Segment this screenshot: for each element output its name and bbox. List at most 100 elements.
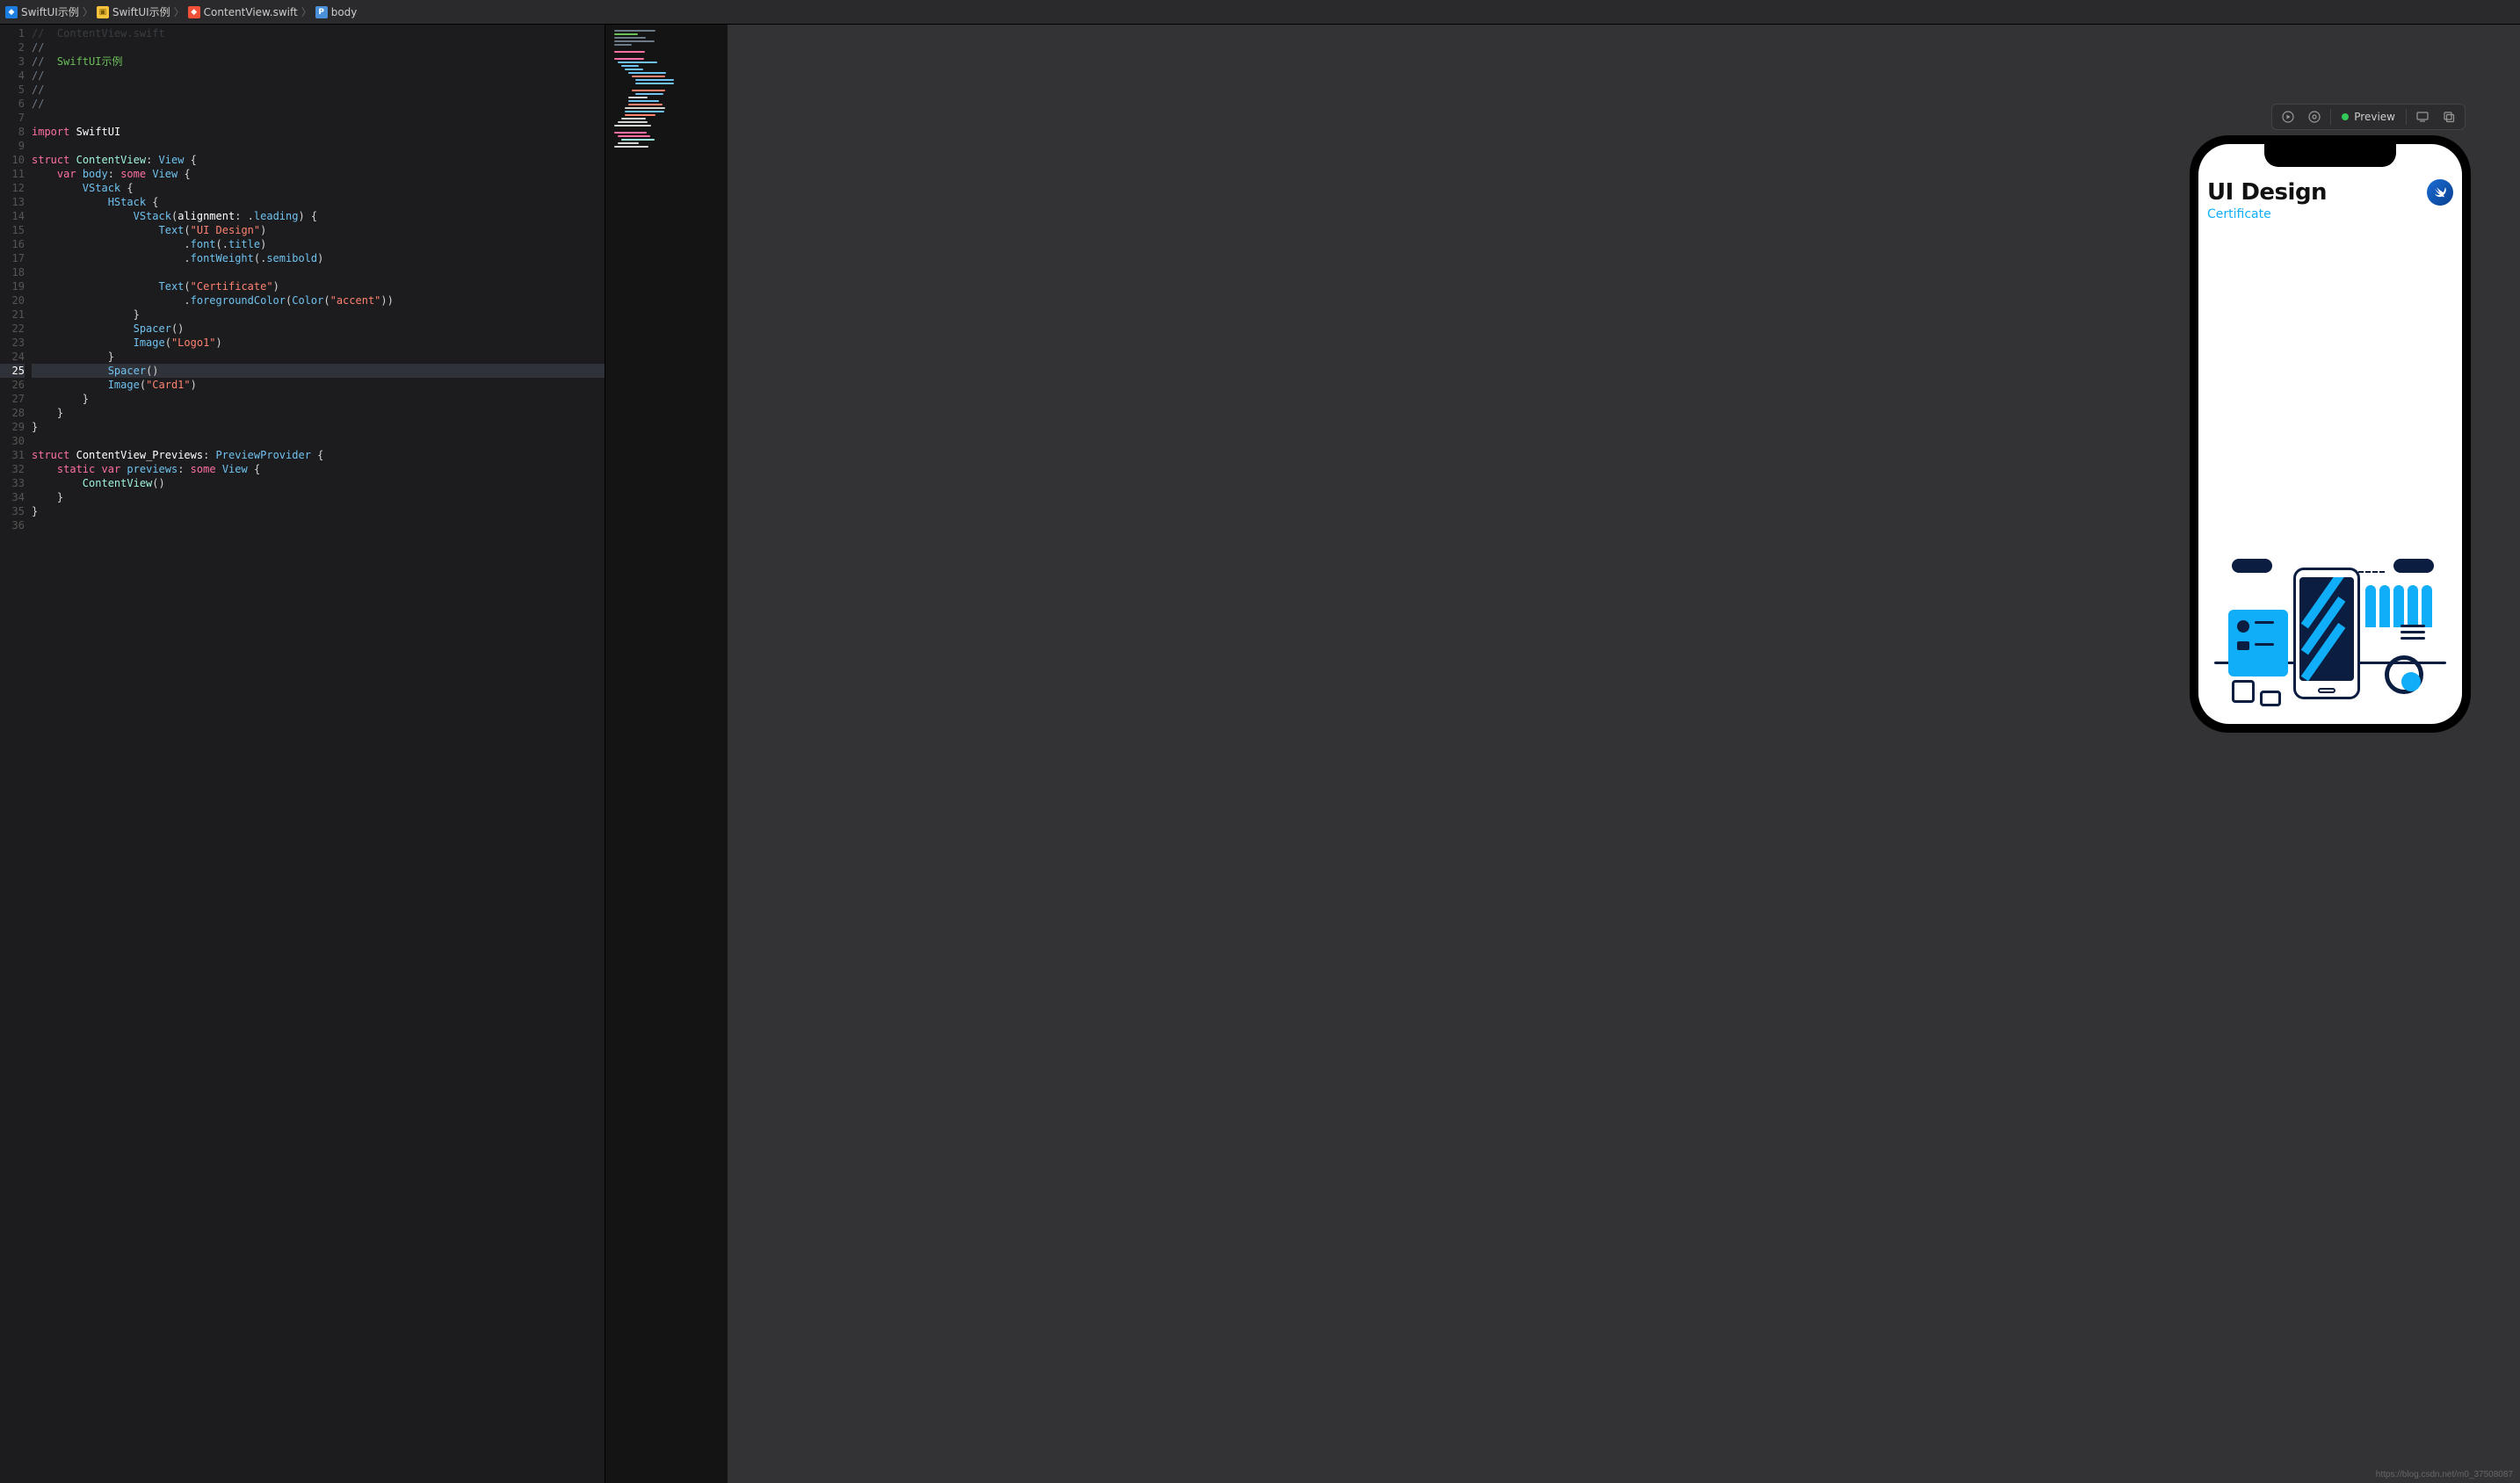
swift-bird-icon [2427, 179, 2453, 206]
preview-card-image [2205, 559, 2455, 717]
line-number: 35 [0, 504, 25, 518]
breadcrumb-item[interactable]: ◆ ContentView.swift [188, 6, 298, 18]
line-number: 29 [0, 420, 25, 434]
breadcrumb-item[interactable]: ◆SwiftUI示例 [5, 4, 79, 19]
line-number: 4 [0, 69, 25, 83]
line-number: 2 [0, 40, 25, 54]
breadcrumb-label: body [331, 6, 358, 18]
code-line[interactable]: .foregroundColor(Color("accent")) [32, 293, 605, 307]
line-number: 12 [0, 181, 25, 195]
code-line[interactable] [32, 111, 605, 125]
workspace: 1234567891011121314151617181920212223242… [0, 25, 2520, 1483]
code-line[interactable]: } [32, 504, 605, 518]
live-icon[interactable] [2304, 106, 2325, 127]
device-icon[interactable] [2412, 106, 2433, 127]
line-number: 5 [0, 83, 25, 97]
code-line[interactable]: static var previews: some View { [32, 462, 605, 476]
code-line[interactable]: Image("Logo1") [32, 336, 605, 350]
line-number: 1 [0, 26, 25, 40]
code-line[interactable]: VStack(alignment: .leading) { [32, 209, 605, 223]
code-line[interactable]: struct ContentView_Previews: PreviewProv… [32, 448, 605, 462]
preview-label-text: Preview [2354, 111, 2395, 123]
line-number: 20 [0, 293, 25, 307]
minimap[interactable] [605, 25, 728, 1483]
preview-header: UI Design Certificate [2198, 144, 2462, 221]
code-line[interactable]: } [32, 406, 605, 420]
code-line[interactable]: ContentView() [32, 476, 605, 490]
code-line[interactable]: Image("Card1") [32, 378, 605, 392]
line-number: 21 [0, 307, 25, 322]
code-line[interactable]: // [32, 97, 605, 111]
line-number: 3 [0, 54, 25, 69]
code-line[interactable]: // [32, 83, 605, 97]
line-number: 31 [0, 448, 25, 462]
line-number: 28 [0, 406, 25, 420]
play-icon[interactable] [2277, 106, 2299, 127]
line-number: 9 [0, 139, 25, 153]
code-line[interactable]: .fontWeight(.semibold) [32, 251, 605, 265]
code-line[interactable]: } [32, 490, 605, 504]
line-number: 15 [0, 223, 25, 237]
code-body[interactable]: // ContentView.swift//// SwiftUI示例//////… [32, 25, 605, 1483]
line-gutter: 1234567891011121314151617181920212223242… [0, 25, 32, 1483]
separator [2406, 109, 2407, 125]
code-line[interactable] [32, 139, 605, 153]
prop-icon: P [315, 6, 328, 18]
code-line[interactable]: // SwiftUI示例 [32, 54, 605, 69]
swift-icon: ◆ [188, 6, 200, 18]
line-number: 36 [0, 518, 25, 532]
chevron-right-icon: 〉 [83, 4, 93, 19]
code-line[interactable] [32, 434, 605, 448]
folder-icon: ▣ [97, 6, 109, 18]
line-number: 26 [0, 378, 25, 392]
breadcrumb-label: ContentView.swift [204, 6, 298, 18]
code-line[interactable] [32, 518, 605, 532]
line-number: 24 [0, 350, 25, 364]
code-line[interactable]: // ContentView.swift [32, 26, 605, 40]
code-line[interactable]: } [32, 307, 605, 322]
line-number: 34 [0, 490, 25, 504]
device-screen: UI Design Certificate [2198, 144, 2462, 724]
breadcrumb-item[interactable]: Pbody [315, 6, 358, 18]
code-line[interactable]: VStack { [32, 181, 605, 195]
separator [2330, 109, 2331, 125]
line-number: 6 [0, 97, 25, 111]
line-number: 33 [0, 476, 25, 490]
duplicate-icon[interactable] [2438, 106, 2459, 127]
code-line[interactable]: } [32, 350, 605, 364]
code-line[interactable]: Spacer() [32, 364, 605, 378]
line-number: 23 [0, 336, 25, 350]
breadcrumb-item[interactable]: ▣SwiftUI示例 [97, 4, 170, 19]
preview-title: UI Design [2207, 179, 2327, 206]
code-line[interactable]: } [32, 392, 605, 406]
code-line[interactable]: Text("Certificate") [32, 279, 605, 293]
line-number: 13 [0, 195, 25, 209]
preview-toolbar: Preview [2271, 104, 2466, 130]
line-number: 19 [0, 279, 25, 293]
breadcrumb-label: SwiftUI示例 [21, 4, 79, 19]
code-line[interactable]: .font(.title) [32, 237, 605, 251]
preview-label[interactable]: Preview [2336, 111, 2401, 123]
code-line[interactable]: struct ContentView: View { [32, 153, 605, 167]
line-number: 16 [0, 237, 25, 251]
line-number: 8 [0, 125, 25, 139]
code-editor[interactable]: 1234567891011121314151617181920212223242… [0, 25, 605, 1483]
line-number: 30 [0, 434, 25, 448]
code-line[interactable]: // [32, 40, 605, 54]
line-number: 10 [0, 153, 25, 167]
breadcrumb-label: SwiftUI示例 [112, 4, 170, 19]
chevron-right-icon: 〉 [174, 4, 185, 19]
code-line[interactable]: import SwiftUI [32, 125, 605, 139]
proj-icon: ◆ [5, 6, 18, 18]
code-line[interactable]: // [32, 69, 605, 83]
code-line[interactable]: var body: some View { [32, 167, 605, 181]
code-line[interactable]: HStack { [32, 195, 605, 209]
preview-pane: Preview UI Design Certificate [728, 25, 2520, 1483]
code-line[interactable]: Spacer() [32, 322, 605, 336]
code-line[interactable] [32, 265, 605, 279]
line-number: 25 [0, 364, 25, 378]
code-line[interactable]: } [32, 420, 605, 434]
preview-spacer [2198, 221, 2462, 559]
code-line[interactable]: Text("UI Design") [32, 223, 605, 237]
preview-subtitle: Certificate [2207, 207, 2327, 221]
